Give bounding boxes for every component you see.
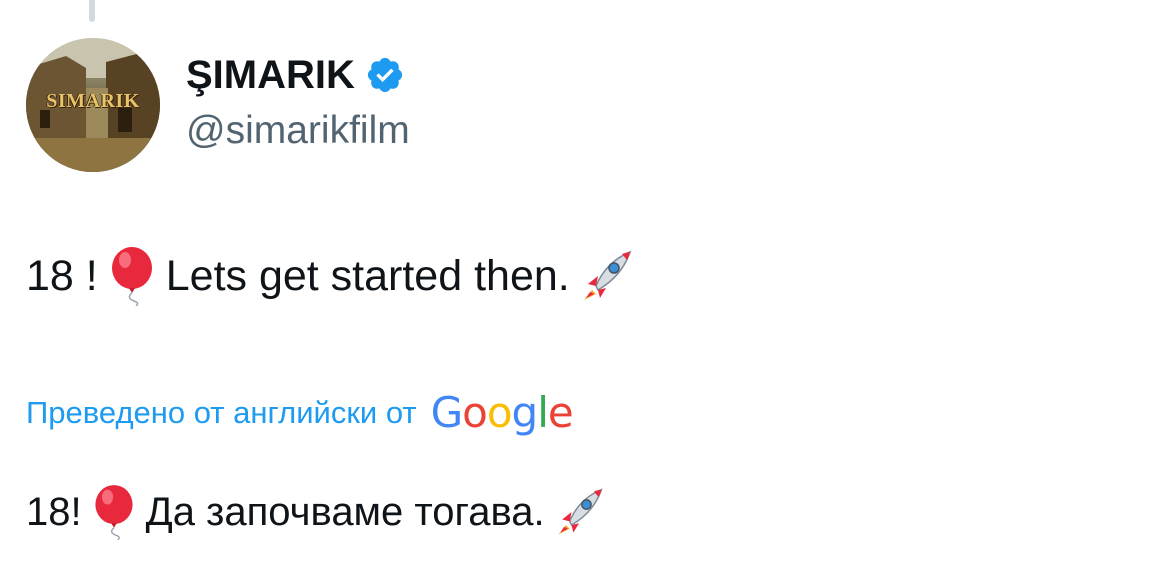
rocket-icon [551, 484, 603, 540]
google-letter: e [547, 388, 574, 437]
translated-text-part1: 18! [26, 490, 82, 534]
google-letter: o [486, 388, 513, 437]
google-logo: Google [430, 388, 574, 438]
author-handle[interactable]: @simarikfilm [186, 106, 410, 156]
translated-from-label[interactable]: Преведено от английски от [26, 388, 417, 438]
balloon-icon [88, 484, 140, 541]
translated-text-part2: Да започваме тогава. [145, 490, 545, 534]
google-letter: G [430, 388, 464, 437]
thread-connector-line [89, 0, 95, 22]
verified-badge-icon[interactable] [365, 55, 405, 95]
rocket-icon [576, 246, 632, 306]
google-letter: o [462, 388, 488, 437]
tweet-text-part2: Lets get started then. [165, 252, 570, 300]
google-letter: l [537, 388, 549, 437]
tweet-text-part1: 18 ! [26, 252, 98, 300]
avatar[interactable]: SIMARIK [26, 38, 160, 172]
translation-attribution[interactable]: Преведено от английски от Google [26, 388, 574, 438]
tweet-text: 18 ! Lets get started then. [26, 246, 638, 307]
author-display-name[interactable]: ŞIMARIK [186, 48, 405, 102]
translated-tweet-text: 18! Да започваме тогава. [26, 484, 609, 541]
display-name-text[interactable]: ŞIMARIK [186, 48, 355, 102]
balloon-icon [104, 246, 160, 307]
google-letter: g [511, 388, 539, 437]
avatar-logo-text: SIMARIK [46, 90, 140, 112]
